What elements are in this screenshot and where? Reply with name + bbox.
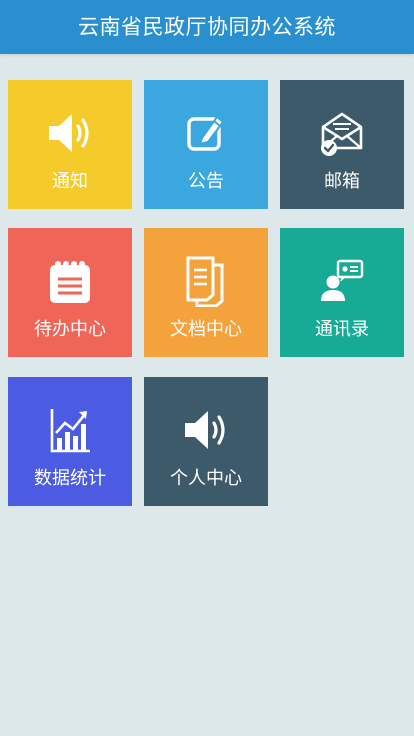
tile-personal-center-label: 个人中心 bbox=[170, 468, 242, 489]
tile-todo-center[interactable]: 待办中心 bbox=[8, 228, 132, 357]
tile-notice-label: 通知 bbox=[52, 171, 88, 192]
documents-icon bbox=[144, 254, 268, 308]
tile-announcement-label: 公告 bbox=[188, 171, 224, 192]
tile-todo-center-label: 待办中心 bbox=[34, 319, 106, 340]
tile-mailbox[interactable]: 邮箱 bbox=[280, 80, 404, 209]
contact-card-icon bbox=[280, 254, 404, 308]
tile-announcement[interactable]: 公告 bbox=[144, 80, 268, 209]
chart-icon bbox=[8, 403, 132, 457]
speaker-icon bbox=[144, 403, 268, 457]
tile-document-center-label: 文档中心 bbox=[170, 319, 242, 340]
tile-mailbox-label: 邮箱 bbox=[324, 171, 360, 192]
notepad-icon bbox=[8, 254, 132, 308]
tile-contacts-label: 通讯录 bbox=[315, 319, 369, 340]
tile-statistics-label: 数据统计 bbox=[34, 468, 106, 489]
speaker-icon bbox=[8, 106, 132, 160]
tile-contacts[interactable]: 通讯录 bbox=[280, 228, 404, 357]
tile-document-center[interactable]: 文档中心 bbox=[144, 228, 268, 357]
tile-statistics[interactable]: 数据统计 bbox=[8, 377, 132, 506]
tile-personal-center[interactable]: 个人中心 bbox=[144, 377, 268, 506]
menu-grid: 通知 公告 邮箱 待办中心 文档中心 通讯录 数据统计 个人中心 bbox=[0, 0, 414, 736]
mail-check-icon bbox=[280, 106, 404, 160]
tile-notice[interactable]: 通知 bbox=[8, 80, 132, 209]
edit-note-icon bbox=[144, 106, 268, 160]
